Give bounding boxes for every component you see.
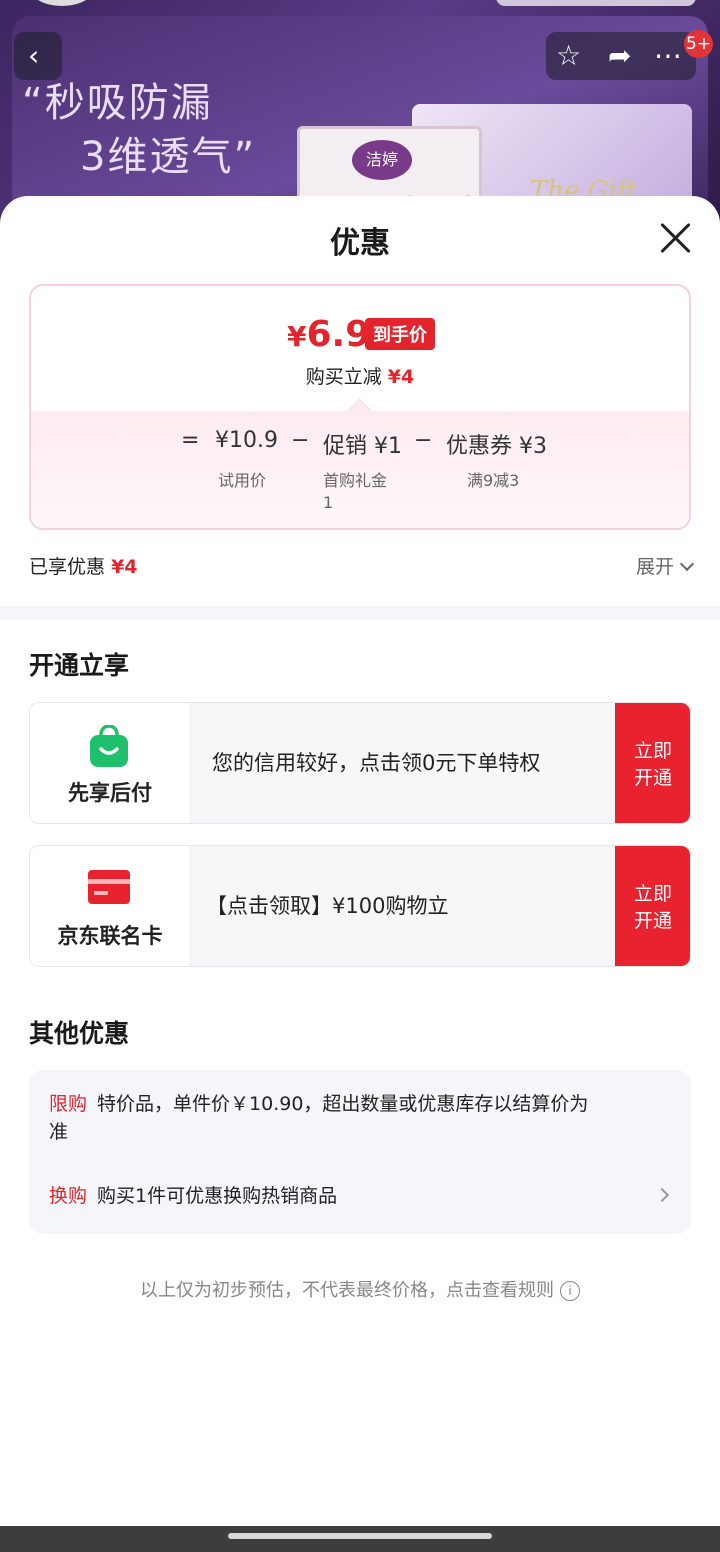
limit-text-line2: 准 [49, 1121, 69, 1143]
exchange-tag: 换购 [49, 1185, 88, 1207]
pay-later-brand: 先享后付 [30, 703, 191, 823]
discount-sheet: 优惠 ¥6.9 到手价 购买立减 ¥4 = ¥10.9 试用价 − 促销 ¥1 … [0, 196, 720, 1526]
more-icon[interactable]: ⋯ [654, 32, 682, 80]
final-price-value: 6.9 [306, 314, 371, 355]
currency-symbol: ¥ [287, 320, 307, 353]
base-price-label: 试用价 [218, 471, 267, 490]
limit-text: 特价品，单件价￥10.90，超出数量或优惠库存以结算价为 [97, 1093, 589, 1115]
slogan-line-2: 3维透气” [80, 134, 257, 180]
promo-label-line-1: 首购礼金 [323, 471, 388, 490]
package-brand: 洁婷 [352, 140, 412, 180]
info-icon: i [560, 1281, 580, 1301]
rules-note-text: 以上仅为初步预估，不代表最终价格，点击查看规则 [140, 1280, 554, 1301]
promo-amount: 促销 ¥1 [323, 434, 402, 459]
banner-search-pill [496, 0, 696, 6]
final-price: ¥6.9 [287, 314, 370, 355]
minus-sign-1: − [291, 428, 310, 453]
pay-later-btn-line2: 开通 [633, 767, 672, 789]
shopping-bag-icon [90, 725, 128, 767]
base-price: ¥10.9 [215, 428, 278, 453]
co-brand-open-button[interactable]: 立即 开通 [615, 846, 690, 966]
co-brand-btn-line2: 开通 [633, 910, 672, 932]
promo-label-line-2: 1 [323, 493, 334, 512]
coupon-label: 满9减3 [467, 471, 520, 490]
reduce-line: 购买立减 ¥4 [31, 362, 689, 389]
pay-later-name: 先享后付 [68, 781, 152, 805]
sheet-title: 优惠 [330, 226, 390, 261]
pay-later-desc: 您的信用较好，点击领0元下单特权 [212, 751, 541, 775]
message-badge: 5+ [684, 30, 714, 58]
share-icon[interactable]: ➦ [608, 32, 631, 80]
exchange-text: 购买1件可优惠换购热销商品 [97, 1185, 338, 1207]
enjoyed-discount: 已享优惠 ¥4 [29, 552, 138, 579]
rules-note[interactable]: 以上仅为初步预估，不代表最终价格，点击查看规则 i [0, 1276, 720, 1302]
reduce-label: 购买立减 [305, 366, 382, 388]
coupon-amount: 优惠券 ¥3 [446, 434, 547, 459]
co-brand-desc-text: 【点击领取】¥100购物立减金 [206, 894, 449, 918]
pay-later-card[interactable]: 先享后付 您的信用较好，点击领0元下单特权 立即 开通 [29, 702, 691, 824]
co-brand-card[interactable]: 京东联名卡 【点击领取】¥100购物立减金 立即 开通 [29, 845, 691, 967]
expand-label: 展开 [635, 556, 674, 578]
chevron-right-icon[interactable] [654, 1187, 670, 1203]
reduce-amount: ¥4 [387, 366, 415, 388]
close-icon[interactable] [654, 216, 698, 260]
other-section-title: 其他优惠 [29, 1019, 130, 1048]
pay-later-open-button[interactable]: 立即 开通 [615, 703, 690, 823]
system-nav-bar [0, 1526, 720, 1552]
enjoyed-amount: ¥4 [111, 556, 138, 578]
expand-button[interactable]: 展开 [635, 552, 695, 579]
minus-sign-2: − [414, 428, 433, 453]
limit-tag: 限购 [49, 1093, 88, 1115]
top-actions: ☆ ➦ ⋯ [546, 32, 696, 80]
price-breakdown: ¥6.9 到手价 购买立减 ¥4 = ¥10.9 试用价 − 促销 ¥1 首购礼… [29, 284, 691, 530]
co-brand-btn-line1: 立即 [633, 883, 672, 905]
final-price-tag: 到手价 [365, 318, 435, 350]
open-section-title: 开通立享 [29, 651, 130, 680]
co-brand-desc: 【点击领取】¥100购物立减金 [46, 846, 456, 966]
back-button[interactable]: ‹ [14, 32, 62, 80]
other-discounts: 限购 特价品，单件价￥10.90，超出数量或优惠库存以结算价为 准 换购 购买1件可… [29, 1070, 691, 1234]
shop-logo [30, 0, 94, 6]
section-divider [0, 606, 720, 620]
limit-purchase-row: 限购 特价品，单件价￥10.90，超出数量或优惠库存以结算价为 准 [49, 1090, 649, 1146]
star-icon[interactable]: ☆ [556, 32, 581, 80]
pay-later-btn-line1: 立即 [633, 740, 672, 762]
home-indicator[interactable] [228, 1533, 492, 1539]
exchange-row[interactable]: 换购 购买1件可优惠换购热销商品 [49, 1182, 337, 1210]
back-arrow-icon: ‹ [28, 39, 40, 72]
enjoyed-label: 已享优惠 [29, 556, 106, 578]
equals-sign: = [181, 428, 200, 453]
chevron-down-icon [679, 556, 695, 572]
promo-label: 首购礼金 1 [323, 470, 387, 514]
